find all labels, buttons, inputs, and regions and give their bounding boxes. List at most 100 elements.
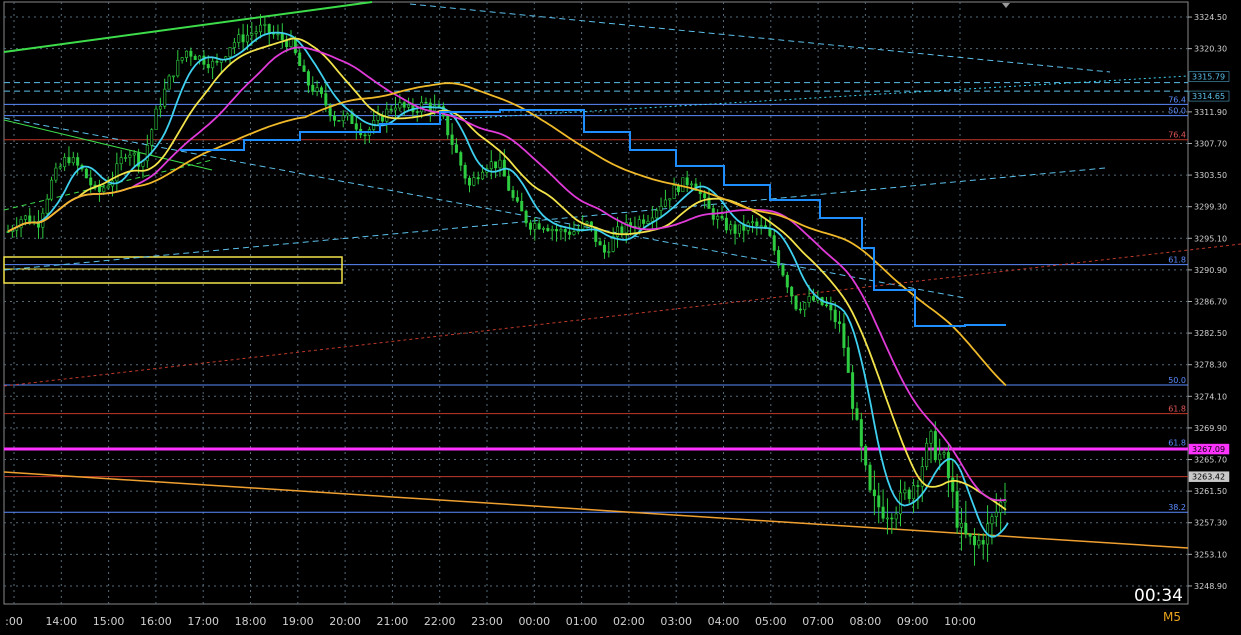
x-tick-label: 19:00 [282, 615, 314, 628]
fib-level-label: 61.8 [1168, 438, 1186, 447]
candle-body [616, 226, 620, 237]
fib-level-label: 50.0 [1168, 376, 1186, 385]
candle-body [215, 60, 219, 63]
candle-body [912, 485, 916, 500]
candle-body [167, 75, 171, 90]
candle-body [446, 115, 450, 136]
candle-body [777, 250, 781, 266]
candle-body [690, 183, 694, 186]
candle-body [19, 219, 23, 229]
candle-body [407, 104, 411, 108]
x-tick-label: 05:00 [755, 615, 787, 628]
x-tick-label: 21:00 [377, 615, 409, 628]
candle-body [189, 50, 193, 57]
candle-body [494, 161, 498, 169]
y-tick-label: 3295.10 [1194, 234, 1227, 243]
candle-body [881, 506, 885, 519]
candle-body [646, 220, 650, 224]
price-chart[interactable]: 3324.50 3320.30 3311.90 3307.70 3303.50 3299.… [0, 0, 1241, 631]
fib-level-label: 38.2 [1168, 503, 1186, 512]
candle-body [877, 495, 881, 508]
candle-body [794, 295, 798, 310]
candle-body [515, 197, 519, 202]
candle-body [119, 157, 123, 165]
candle-body [171, 75, 175, 78]
candle-body [211, 60, 215, 69]
candle-body [263, 24, 267, 26]
candle-body [973, 536, 977, 546]
candle-body [990, 516, 994, 525]
candle-body [54, 167, 58, 181]
candle-body [176, 59, 180, 77]
candle-body [716, 215, 720, 220]
candle-body [163, 88, 167, 107]
candle-body [154, 108, 158, 130]
candle-body [459, 152, 463, 166]
x-tick-label: 16:00 [140, 615, 172, 628]
candle-body [58, 166, 62, 169]
candle-body [402, 102, 406, 108]
candle-body [102, 187, 106, 193]
candle-body [572, 231, 576, 235]
candle-body [872, 489, 876, 497]
candle-body [555, 229, 559, 232]
candle-body [180, 57, 184, 61]
x-tick-label: 02:00 [613, 615, 645, 628]
candle-body [925, 442, 929, 467]
candle-body [450, 134, 454, 145]
y-tick-label: 3324.50 [1194, 13, 1227, 22]
candle-body [132, 152, 136, 156]
candle-body [803, 302, 807, 311]
candle-body [350, 113, 354, 124]
candle-body [424, 101, 428, 104]
candle-body [193, 56, 197, 60]
candle-body [977, 540, 981, 546]
candle-body [376, 114, 380, 121]
candle-body [955, 491, 959, 528]
candle-body [241, 34, 245, 43]
candle-body [467, 177, 471, 186]
candle-body [232, 42, 236, 48]
x-tick-label: 10:00 [944, 615, 976, 628]
candle-body [71, 157, 75, 164]
candle-body [829, 304, 833, 311]
candle-body [481, 171, 485, 180]
y-tick-label: 3299.30 [1194, 203, 1227, 212]
candle-body [542, 227, 546, 230]
y-tick-label: 3269.90 [1194, 424, 1227, 433]
candle-body [533, 223, 537, 230]
x-tick-label: 07:00 [802, 615, 834, 628]
candle-body [319, 87, 323, 94]
chart-canvas[interactable]: 3324.50 3320.30 3311.90 3307.70 3303.50 3299.… [0, 0, 1241, 631]
candle-body [720, 215, 724, 219]
candle-body [885, 517, 889, 520]
candle-body [655, 210, 659, 219]
candle-body [750, 221, 754, 224]
candle-body [158, 105, 162, 110]
candle-body [946, 452, 950, 479]
candle-body [124, 157, 128, 159]
candle-body [890, 517, 894, 520]
candle-body [903, 489, 907, 494]
candle-body [759, 225, 763, 227]
candle-body [585, 221, 589, 224]
candle-body [668, 198, 672, 201]
y-tick-label: 3248.90 [1194, 582, 1227, 591]
price-tag-label: 3263.42 [1192, 473, 1225, 482]
candle-body [790, 286, 794, 297]
candle-body [851, 372, 855, 409]
candle-body [768, 228, 772, 236]
candle-body [650, 217, 654, 222]
candle-body [237, 34, 241, 43]
candle-body [276, 33, 280, 36]
candle-body [333, 115, 337, 121]
candle-body [733, 224, 737, 234]
candle-body [341, 115, 345, 121]
candle-body [537, 223, 541, 230]
x-tick-label: 00:00 [518, 615, 550, 628]
x-tick-label: 22:00 [424, 615, 456, 628]
candle-body [546, 227, 550, 232]
candle-body [472, 177, 476, 186]
x-tick-label: 08:00 [850, 615, 882, 628]
y-tick-label: 3274.10 [1194, 392, 1227, 401]
